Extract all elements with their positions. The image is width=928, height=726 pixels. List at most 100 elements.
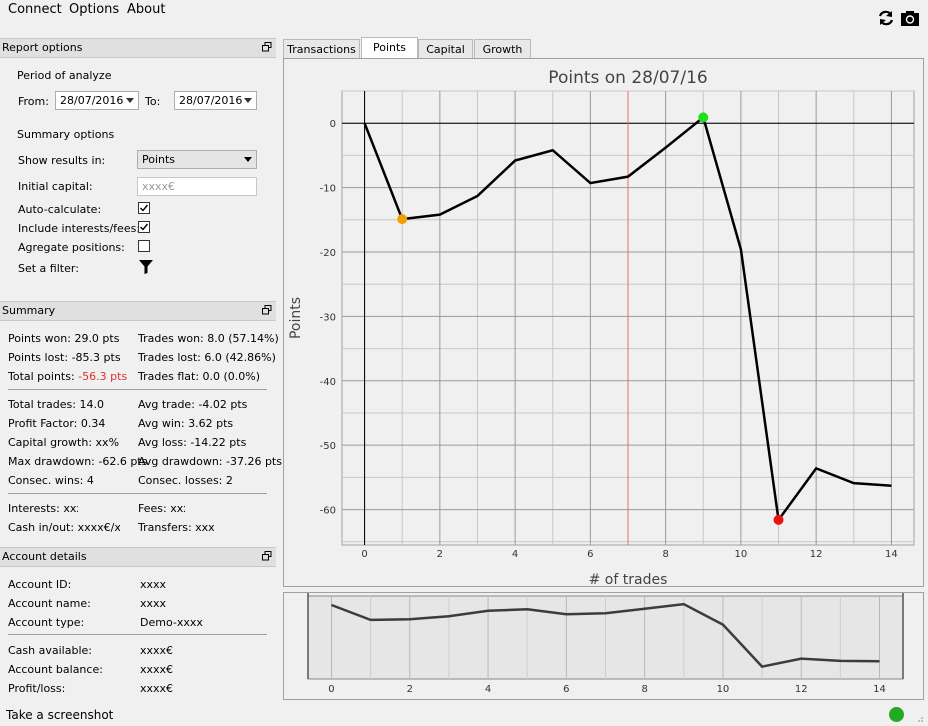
tab-points[interactable]: Points bbox=[361, 37, 418, 59]
x-tick-label: 6 bbox=[587, 549, 593, 560]
overview-x-tick-label: 14 bbox=[873, 684, 886, 695]
data-point bbox=[773, 514, 784, 525]
account-details-title: Account details bbox=[2, 550, 87, 563]
account-balance-label: Account balance: bbox=[8, 663, 103, 676]
x-tick-label: 8 bbox=[662, 549, 668, 560]
avg-loss: Avg loss: -14.22 pts bbox=[138, 436, 247, 449]
auto-calc-checkbox[interactable] bbox=[138, 202, 150, 214]
overview-x-tick-label: 0 bbox=[328, 684, 334, 695]
account-type-value: Demo-xxxx bbox=[140, 616, 203, 629]
y-tick-label: -30 bbox=[320, 312, 336, 323]
x-tick-label: 2 bbox=[437, 549, 443, 560]
total-points-label: Total points: bbox=[8, 370, 79, 383]
overview-x-tick-label: 4 bbox=[485, 684, 491, 695]
x-axis-title: # of trades bbox=[589, 572, 668, 586]
to-label: To: bbox=[145, 95, 161, 108]
y-tick-label: -10 bbox=[320, 184, 336, 195]
float-icon[interactable] bbox=[262, 305, 272, 315]
chevron-down-icon bbox=[244, 157, 252, 162]
account-type-label: Account type: bbox=[8, 616, 85, 629]
points-chart[interactable]: 0 2 4 6 8 10 12 14 0 -10 -20 -30 -40 -50 -60 Points on … bbox=[284, 59, 923, 588]
camera-icon[interactable] bbox=[900, 8, 920, 28]
interests: Interests: xxx bbox=[8, 502, 78, 515]
y-tick-label: -20 bbox=[320, 248, 336, 259]
x-tick-label: 10 bbox=[735, 549, 748, 560]
menu-connect[interactable]: Connect bbox=[8, 2, 62, 17]
avg-trade: Avg trade: -4.02 pts bbox=[138, 398, 248, 411]
initial-capital-input[interactable]: xxxx€ bbox=[137, 177, 257, 196]
fees: Fees: xxx bbox=[138, 502, 185, 515]
trades-flat: Trades flat: 0.0 (0.0%) bbox=[138, 370, 261, 383]
max-drawdown: Max drawdown: -62.6 pts bbox=[8, 455, 148, 468]
total-points-value: -56.3 pts bbox=[78, 370, 128, 383]
tab-growth[interactable]: Growth bbox=[474, 39, 531, 58]
period-label: Period of analyze bbox=[17, 69, 112, 82]
menu-bar: Connect Options About bbox=[0, 0, 928, 24]
menu-options[interactable]: Options bbox=[69, 2, 119, 17]
y-tick-label: -50 bbox=[320, 441, 336, 452]
tab-capital[interactable]: Capital bbox=[418, 39, 473, 58]
refresh-icon[interactable] bbox=[876, 8, 896, 28]
points-lost: Points lost: -85.3 pts bbox=[8, 351, 121, 364]
account-id-value: xxxx bbox=[140, 578, 167, 591]
cash-available-value: xxxx€ bbox=[140, 644, 174, 657]
include-fees-checkbox[interactable] bbox=[138, 221, 150, 233]
include-fees-label: Include interests/fees: bbox=[18, 222, 141, 235]
x-tick-label: 12 bbox=[810, 549, 823, 560]
y-axis-title: Points bbox=[288, 297, 304, 339]
chart-title: Points on 28/07/16 bbox=[548, 68, 707, 88]
menu-about[interactable]: About bbox=[127, 2, 165, 17]
trades-won: Trades won: 8.0 (57.14%) bbox=[138, 332, 279, 345]
initial-capital-placeholder: xxxx€ bbox=[142, 180, 176, 193]
float-icon[interactable] bbox=[262, 551, 272, 561]
overview-chart[interactable]: 0 2 4 6 8 10 12 14 bbox=[284, 593, 923, 699]
show-results-label: Show results in: bbox=[18, 154, 106, 167]
capital-growth: Capital growth: xx% bbox=[8, 436, 120, 449]
cash-in-out: Cash in/out: xxxx€/xxx bbox=[8, 521, 120, 534]
from-label: From: bbox=[18, 95, 49, 108]
initial-capital-label: Initial capital: bbox=[18, 180, 93, 193]
show-results-value: Points bbox=[142, 153, 176, 166]
from-date-picker[interactable]: 28/07/2016 bbox=[55, 91, 139, 110]
float-icon[interactable] bbox=[262, 42, 272, 52]
overview-x-tick-label: 8 bbox=[641, 684, 647, 695]
aggregate-checkbox[interactable] bbox=[138, 240, 150, 252]
to-date-picker[interactable]: 28/07/2016 bbox=[174, 91, 257, 110]
points-won: Points won: 29.0 pts bbox=[8, 332, 120, 345]
overview-x-tick-label: 10 bbox=[717, 684, 730, 695]
data-point bbox=[397, 214, 408, 225]
avg-drawdown: Avg drawdown: -37.26 pts bbox=[138, 455, 282, 468]
overview-x-tick-label: 6 bbox=[563, 684, 569, 695]
trades-lost: Trades lost: 6.0 (42.86%) bbox=[138, 351, 276, 364]
cash-available-label: Cash available: bbox=[8, 644, 92, 657]
summary-options-label: Summary options bbox=[17, 128, 115, 141]
resize-grip-icon[interactable] bbox=[914, 713, 924, 726]
report-options-header: Report options bbox=[0, 38, 276, 58]
overview-chart-panel: 0 2 4 6 8 10 12 14 bbox=[283, 592, 924, 700]
filter-label: Set a filter: bbox=[18, 262, 79, 275]
show-results-select[interactable]: Points bbox=[137, 150, 257, 169]
summary-title: Summary bbox=[2, 304, 56, 317]
consec-wins: Consec. wins: 4 bbox=[8, 474, 94, 487]
total-points: Total points: -56.3 pts bbox=[8, 370, 127, 383]
aggregate-label: Agregate positions: bbox=[18, 241, 125, 254]
account-details-header: Account details bbox=[0, 547, 276, 567]
tab-transactions[interactable]: Transactions bbox=[283, 39, 360, 58]
overview-x-tick-label: 2 bbox=[407, 684, 413, 695]
account-id-label: Account ID: bbox=[8, 578, 72, 591]
auto-calc-label: Auto-calculate: bbox=[18, 203, 102, 216]
status-text: Take a screenshot bbox=[6, 708, 114, 722]
divider bbox=[8, 389, 267, 390]
account-balance-value: xxxx€ bbox=[140, 663, 174, 676]
total-trades: Total trades: 14.0 bbox=[8, 398, 104, 411]
x-tick-label: 4 bbox=[512, 549, 518, 560]
chevron-down-icon bbox=[126, 98, 134, 103]
y-tick-label: -60 bbox=[320, 506, 336, 517]
filter-icon[interactable] bbox=[138, 259, 154, 278]
consec-losses: Consec. losses: 2 bbox=[138, 474, 233, 487]
overview-x-tick-label: 12 bbox=[795, 684, 808, 695]
divider bbox=[8, 493, 267, 494]
y-tick-label: -40 bbox=[320, 377, 336, 388]
connection-status-indicator bbox=[889, 707, 904, 722]
summary-header: Summary bbox=[0, 301, 276, 321]
